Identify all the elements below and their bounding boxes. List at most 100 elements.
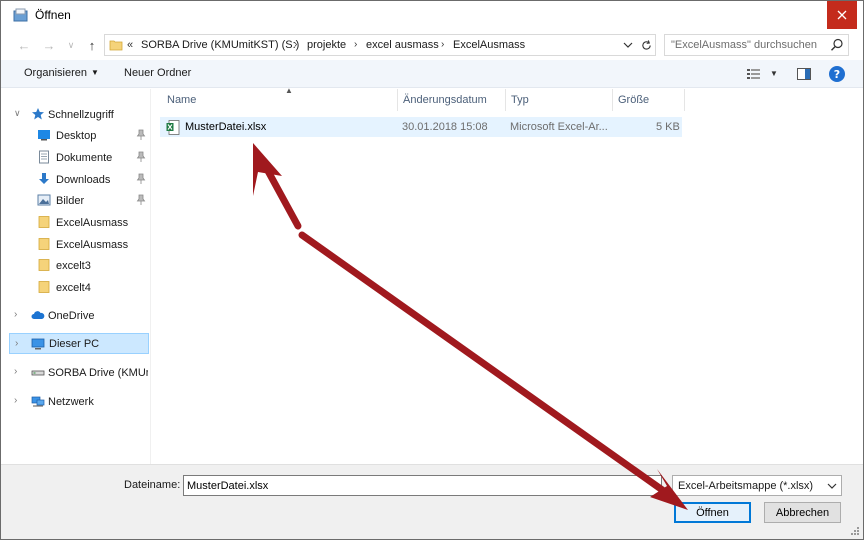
help-icon[interactable]: ? (829, 66, 845, 82)
breadcrumb-excel-ausmass[interactable]: excel ausmass (366, 39, 439, 51)
back-button[interactable]: ← (16, 37, 32, 53)
column-header-label: Änderungsdatum (403, 94, 487, 106)
sort-ascending-icon: ▲ (285, 86, 293, 95)
close-button[interactable] (827, 1, 857, 29)
preview-pane-icon[interactable] (797, 68, 811, 80)
folder-icon (38, 281, 50, 293)
open-button[interactable]: Öffnen (674, 502, 751, 523)
chevron-right-icon[interactable]: › (14, 309, 17, 320)
folder-icon (38, 216, 50, 228)
computer-icon (31, 338, 45, 350)
network-icon (31, 396, 45, 407)
sidebar-item-label: Netzwerk (48, 396, 94, 408)
chevron-right-icon[interactable]: › (14, 366, 17, 377)
sidebar-item-label: Downloads (56, 174, 111, 186)
column-header-label: Name (167, 94, 197, 106)
arrow-right-icon: → (42, 37, 56, 53)
title-bar: Öffnen (1, 1, 863, 30)
sidebar-item-documents[interactable]: Dokumente (1, 147, 149, 168)
breadcrumb-drive[interactable]: SORBA Drive (KMUmitKST) (S:) (141, 39, 299, 51)
sidebar-item-label: Bilder (56, 195, 85, 207)
address-bar[interactable]: « SORBA Drive (KMUmitKST) (S:) › projekt… (104, 34, 656, 56)
chevron-right-icon[interactable]: › (14, 395, 17, 406)
sidebar-item-this-pc[interactable]: › Dieser PC (9, 333, 149, 354)
file-row[interactable]: MusterDatei.xlsx 30.01.2018 15:08 Micros… (160, 117, 682, 137)
up-button[interactable]: ↑ (84, 37, 100, 53)
sidebar-item-label: Schnellzugriff (48, 109, 114, 121)
breadcrumb-separator-icon: › (441, 39, 445, 50)
navigation-pane: ∨ Schnellzugriff Desktop Dokumente Downl… (1, 89, 151, 464)
view-options-icon[interactable] (746, 67, 762, 81)
recent-locations-button[interactable]: ∨ (63, 37, 79, 53)
search-input[interactable] (671, 38, 821, 52)
downloads-icon (39, 173, 49, 184)
sidebar-item-label: OneDrive (48, 310, 95, 322)
refresh-button[interactable] (639, 38, 653, 52)
filetype-select[interactable]: Excel-Arbeitsmappe (*.xlsx) (672, 475, 842, 496)
sidebar-item-label: Desktop (56, 130, 97, 142)
folder-icon (38, 238, 50, 250)
file-date: 30.01.2018 15:08 (402, 121, 488, 133)
cancel-button[interactable]: Abbrechen (764, 502, 841, 523)
sidebar-item-excelausmass-2[interactable]: ExcelAusmass (1, 234, 149, 255)
refresh-icon (641, 39, 651, 50)
file-type: Microsoft Excel-Ar... (510, 121, 608, 133)
forward-button[interactable]: → (41, 37, 57, 53)
pin-icon[interactable] (136, 129, 146, 141)
sidebar-item-excelt4[interactable]: excelt4 (1, 277, 149, 298)
caret-down-icon[interactable]: ▼ (770, 69, 778, 78)
dialog-app-icon (13, 8, 28, 22)
sidebar-item-label: excelt4 (56, 282, 91, 294)
column-header-type[interactable]: Typ (506, 89, 613, 111)
breadcrumb-separator-icon: › (354, 39, 358, 50)
column-header-size[interactable]: Größe (613, 89, 685, 111)
column-header-name[interactable]: Name ▲ (162, 86, 398, 111)
column-header-label: Typ (511, 94, 529, 106)
new-folder-button[interactable]: Neuer Ordner (124, 67, 191, 79)
sidebar-item-quick-access[interactable]: ∨ Schnellzugriff (1, 104, 149, 125)
address-history-button[interactable] (621, 38, 635, 52)
sidebar-item-label: Dokumente (56, 152, 113, 164)
sidebar-item-label: Dieser PC (49, 338, 100, 350)
arrow-up-icon: ↑ (88, 37, 96, 53)
sidebar-item-pictures[interactable]: Bilder (1, 190, 149, 211)
dialog-title: Öffnen (35, 8, 71, 22)
pin-icon[interactable] (136, 151, 146, 163)
sidebar-item-label: SORBA Drive (KMUmitKST) (S:) (48, 367, 148, 379)
file-size: 5 KB (656, 121, 680, 133)
arrow-left-icon: ← (17, 37, 31, 53)
pin-icon[interactable] (136, 173, 146, 185)
documents-icon (39, 150, 49, 164)
sidebar-item-excelausmass-1[interactable]: ExcelAusmass (1, 212, 149, 233)
chevron-expanded-icon[interactable]: ∨ (14, 108, 21, 119)
breadcrumb-projekte[interactable]: projekte (307, 39, 346, 51)
address-row: ← → ∨ ↑ « SORBA Drive (KMUmitKST) (S:) ›… (1, 30, 863, 60)
organize-label: Organisieren (24, 67, 87, 79)
network-drive-icon (31, 370, 45, 376)
filename-label: Dateiname: (124, 479, 181, 491)
filename-field[interactable] (183, 475, 662, 496)
pin-icon[interactable] (136, 194, 146, 206)
organize-button[interactable]: Organisieren ▼ (24, 67, 99, 79)
folder-icon (109, 40, 123, 51)
column-header-date[interactable]: Änderungsdatum (398, 89, 506, 111)
sidebar-item-desktop[interactable]: Desktop (1, 125, 149, 146)
chevron-down-icon: ∨ (67, 39, 75, 50)
sidebar-item-sorba-drive[interactable]: › SORBA Drive (KMUmitKST) (S:) (1, 362, 149, 383)
pictures-icon (37, 194, 51, 206)
sidebar-item-onedrive[interactable]: › OneDrive (1, 305, 149, 326)
close-icon (837, 10, 847, 20)
sidebar-item-label: excelt3 (56, 260, 91, 272)
sidebar-item-network[interactable]: › Netzwerk (1, 391, 149, 412)
breadcrumb-excelausmass[interactable]: ExcelAusmass (453, 39, 525, 51)
open-file-dialog: Öffnen ← → ∨ ↑ « SORBA Drive (KMUmitKST)… (0, 0, 864, 540)
filetype-value: Excel-Arbeitsmappe (*.xlsx) (678, 480, 814, 492)
search-box[interactable] (664, 34, 849, 56)
resize-grip-icon[interactable] (850, 526, 860, 536)
desktop-icon (38, 130, 50, 141)
search-icon (830, 38, 843, 51)
sidebar-item-excelt3[interactable]: excelt3 (1, 255, 149, 276)
chevron-right-icon[interactable]: › (15, 338, 18, 349)
sidebar-item-downloads[interactable]: Downloads (1, 169, 149, 190)
address-overflow[interactable]: « (127, 39, 133, 51)
